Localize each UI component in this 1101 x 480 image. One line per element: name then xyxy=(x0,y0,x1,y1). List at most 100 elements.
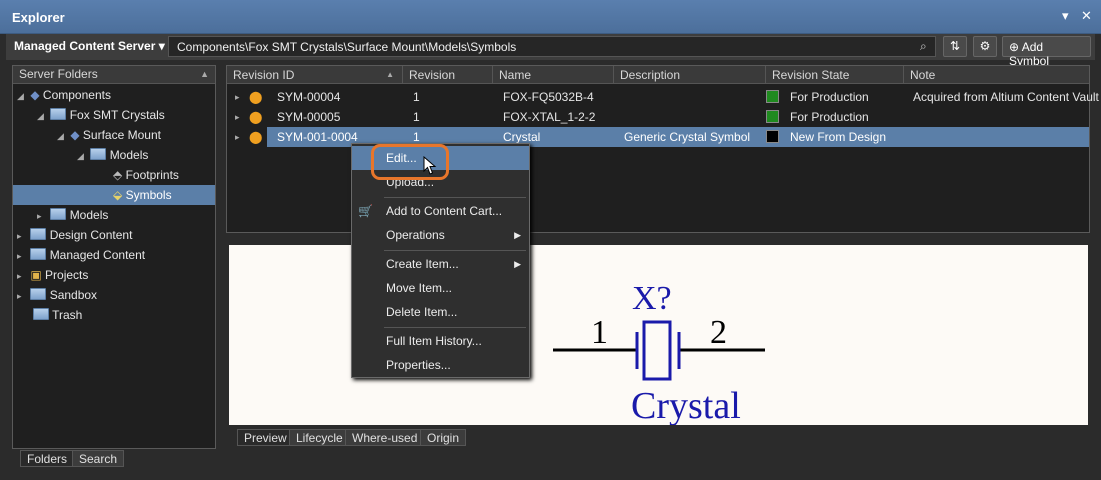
tree-item-sandbox[interactable]: ▸ Sandbox xyxy=(13,285,215,305)
symbol-revision-icon: ⬤ xyxy=(249,90,263,104)
folder-icon xyxy=(30,288,47,300)
column-name[interactable]: Name xyxy=(493,66,614,84)
expand-arrow-icon[interactable]: ▸ xyxy=(235,127,240,147)
expand-arrow-icon[interactable]: ▸ xyxy=(235,107,240,127)
highlight-ring xyxy=(371,144,449,180)
tree-label: Footprints xyxy=(125,168,179,182)
menu-separator xyxy=(384,197,526,198)
menu-label: Full Item History... xyxy=(386,334,482,348)
column-revision[interactable]: Revision xyxy=(403,66,493,84)
tree-label: Managed Content xyxy=(49,248,146,262)
menu-item-create-item[interactable]: Create Item... ▶ xyxy=(352,252,529,276)
cell-name: FOX-FQ5032B-4 xyxy=(503,90,594,104)
menu-item-operations[interactable]: Operations ▶ xyxy=(352,223,529,247)
column-description[interactable]: Description xyxy=(614,66,766,84)
pin-2-label: 2 xyxy=(710,314,727,351)
collapsed-arrow-icon: ▸ xyxy=(17,231,22,241)
path-field[interactable]: Components\Fox SMT Crystals\Surface Moun… xyxy=(168,36,936,57)
tab-origin[interactable]: Origin xyxy=(420,429,467,446)
tree-item-managed-content[interactable]: ▸ Managed Content xyxy=(13,245,215,265)
tree-label: Surface Mount xyxy=(82,128,161,142)
submenu-arrow-icon: ▶ xyxy=(514,259,521,269)
footprint-icon: ⬘ xyxy=(113,168,123,182)
folder-icon xyxy=(50,108,67,120)
gear-icon: ⚙ xyxy=(979,39,991,53)
comment-text: Crystal xyxy=(631,385,741,425)
settings-button[interactable]: ⚙ xyxy=(973,36,997,57)
server-label: Managed Content Server xyxy=(14,39,156,53)
tree-label: Projects xyxy=(45,268,89,282)
cell-revision-id: SYM-00005 xyxy=(277,110,341,124)
menu-item-move-item[interactable]: Move Item... xyxy=(352,276,529,300)
server-folders-header: Server Folders ▲ xyxy=(13,66,215,84)
tree-label: Design Content xyxy=(49,228,133,242)
state-color-swatch xyxy=(766,110,779,123)
component-lib-icon: ◆ xyxy=(70,128,80,142)
cell-revision: 1 xyxy=(413,110,420,124)
menu-item-add-to-cart[interactable]: 🛒 Add to Content Cart... xyxy=(352,199,529,223)
collapsed-arrow-icon: ▸ xyxy=(17,291,22,301)
column-revision-id[interactable]: Revision ID ▲ xyxy=(227,66,403,84)
tree-item-surface-mount[interactable]: ◢ ◆ Surface Mount xyxy=(13,125,215,145)
collapsed-arrow-icon: ▸ xyxy=(17,271,22,281)
tree-item-components[interactable]: ◢ ◆ Components xyxy=(13,85,215,105)
tree-item-trash[interactable]: Trash xyxy=(13,305,215,325)
menu-label: Delete Item... xyxy=(386,305,458,319)
cell-description: Generic Crystal Symbol xyxy=(624,130,751,144)
sort-up-icon: ▲ xyxy=(200,69,209,79)
cart-icon: 🛒 xyxy=(358,204,373,218)
tree-item-projects[interactable]: ▸ ▣ Projects xyxy=(13,265,215,285)
server-folders-panel: Server Folders ▲ ◢ ◆ Components ◢ Fox SM… xyxy=(12,65,216,449)
symbol-revision-icon: ⬤ xyxy=(249,130,263,144)
collapsed-arrow-icon: ▸ xyxy=(17,251,22,261)
tree-label: Sandbox xyxy=(49,288,98,302)
tab-preview[interactable]: Preview xyxy=(237,429,294,446)
tree-item-fox-smt-crystals[interactable]: ◢ Fox SMT Crystals xyxy=(13,105,215,125)
folder-icon xyxy=(50,208,67,220)
cell-name: FOX-XTAL_1-2-2 xyxy=(503,110,596,124)
designator-text: X? xyxy=(632,280,672,317)
tab-search[interactable]: Search xyxy=(72,450,125,467)
menu-item-properties[interactable]: Properties... xyxy=(352,353,529,377)
refresh-button[interactable]: ⇅ xyxy=(943,36,967,57)
server-folders-title: Server Folders xyxy=(19,67,98,81)
symbol-revision-icon: ⬤ xyxy=(249,110,263,124)
expand-arrow-icon[interactable]: ▸ xyxy=(235,87,240,107)
sort-arrow-icon: ▲ xyxy=(386,70,394,79)
server-dropdown[interactable]: Managed Content Server ▾ xyxy=(14,39,165,53)
toolbar: Managed Content Server ▾ Components\Fox … xyxy=(6,34,1095,68)
table-row[interactable]: ▸ ⬤ SYM-00005 1 FOX-XTAL_1-2-2 For Produ… xyxy=(227,107,1089,127)
tab-folders[interactable]: Folders xyxy=(20,450,75,467)
add-symbol-button[interactable]: ⊕ Add Symbol xyxy=(1002,36,1091,68)
projects-icon: ▣ xyxy=(30,268,42,282)
tree-item-footprints[interactable]: ⬘ Footprints xyxy=(13,165,215,185)
tree-label: Models xyxy=(109,148,149,162)
menu-item-delete-item[interactable]: Delete Item... xyxy=(352,300,529,324)
tree-item-symbols[interactable]: ⬙ Symbols xyxy=(13,185,215,205)
folder-tree: ◢ ◆ Components ◢ Fox SMT Crystals ◢ ◆ Su… xyxy=(13,84,215,325)
tree-item-design-content[interactable]: ▸ Design Content xyxy=(13,225,215,245)
refresh-icon: ⇅ xyxy=(949,39,961,53)
table-row[interactable]: ▸ ⬤ SYM-00004 1 FOX-FQ5032B-4 For Produc… xyxy=(227,87,1099,107)
window-title-bar: Explorer ▾ ✕ xyxy=(0,0,1101,34)
menu-label: Properties... xyxy=(386,358,451,372)
search-icon[interactable]: ⌕ xyxy=(920,39,927,54)
column-revision-state[interactable]: Revision State xyxy=(766,66,904,84)
tree-item-models-2[interactable]: ▸ Models xyxy=(13,205,215,225)
tree-item-models[interactable]: ◢ Models xyxy=(13,145,215,165)
mouse-cursor-icon xyxy=(423,156,437,175)
column-note[interactable]: Note xyxy=(904,66,1089,84)
symbol-icon: ⬙ xyxy=(113,188,123,202)
cell-revision-state: New From Design xyxy=(790,130,887,144)
tree-label: Symbols xyxy=(125,188,172,202)
cell-note: Acquired from Altium Content Vault xyxy=(913,90,1099,104)
cell-revision: 1 xyxy=(413,90,420,104)
panel-menu-button[interactable]: ▾ xyxy=(1062,8,1069,24)
collapsed-arrow-icon: ▸ xyxy=(37,211,42,221)
tab-where-used[interactable]: Where-used xyxy=(345,429,425,446)
crystal-body xyxy=(642,320,672,381)
tab-lifecycle[interactable]: Lifecycle xyxy=(289,429,350,446)
close-button[interactable]: ✕ xyxy=(1081,8,1092,24)
window-title: Explorer xyxy=(12,10,65,25)
menu-item-full-item-history[interactable]: Full Item History... xyxy=(352,329,529,353)
